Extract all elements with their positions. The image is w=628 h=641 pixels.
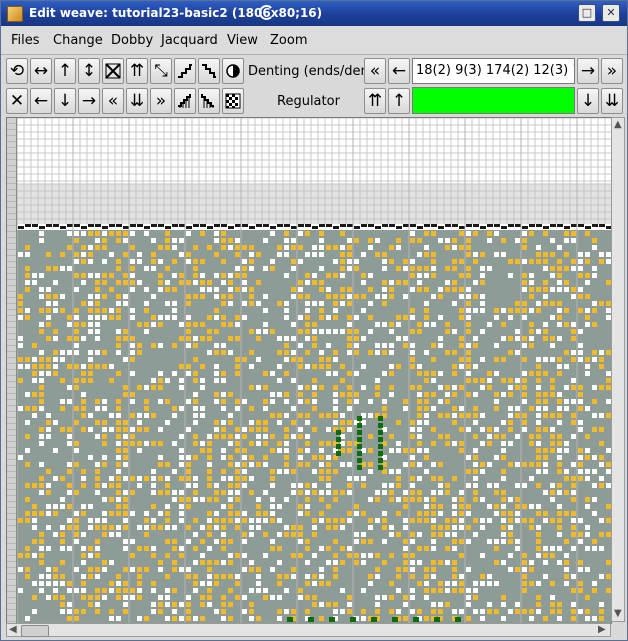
swirl-icon bbox=[259, 5, 274, 20]
denting-label: Denting (ends/dent) bbox=[248, 64, 379, 79]
rotate-button[interactable]: ⟲ bbox=[6, 58, 28, 84]
arrow-left-icon: ← bbox=[391, 61, 407, 81]
flip-vertical-button[interactable]: ↕ bbox=[78, 58, 100, 84]
window-title: Edit weave: tutorial23-basic2 (1806x80;1… bbox=[29, 6, 323, 20]
regulator-label: Regulator bbox=[277, 94, 340, 109]
menu-bar: Files Change Dobby Jacquard View Zoom bbox=[1, 26, 627, 55]
arrow-up-icon: ↑ bbox=[391, 91, 407, 111]
flip-vertical-icon: ↕ bbox=[81, 61, 97, 81]
invert-button[interactable] bbox=[102, 58, 124, 84]
regulator-double-up-button[interactable]: ⇈ bbox=[364, 88, 386, 114]
arrow-up-icon: ↑ bbox=[57, 61, 73, 81]
twill-left-button[interactable] bbox=[198, 88, 220, 114]
scroll-left-icon: ◀ bbox=[9, 624, 17, 635]
row-ruler bbox=[7, 118, 17, 623]
denting-last-button[interactable]: » bbox=[601, 58, 623, 84]
double-up-button[interactable]: ⇈ bbox=[126, 58, 148, 84]
contrast-button[interactable] bbox=[222, 58, 244, 84]
steps-down-button[interactable] bbox=[198, 58, 220, 84]
arrow-right-icon: → bbox=[81, 91, 97, 111]
clear-icon: ✕ bbox=[9, 91, 25, 111]
app-icon bbox=[7, 6, 23, 22]
arrow-down-icon: ↓ bbox=[57, 91, 73, 111]
denting-next-button[interactable]: → bbox=[577, 58, 599, 84]
menu-jacquard[interactable]: Jacquard bbox=[161, 33, 218, 48]
menu-change[interactable]: Change bbox=[53, 33, 103, 48]
shrink-button[interactable]: ⤡ bbox=[150, 58, 172, 84]
scroll-right-icon: ▶ bbox=[598, 624, 606, 635]
steps-up-button[interactable] bbox=[174, 58, 196, 84]
invert-pattern-icon bbox=[105, 63, 121, 79]
regulator-down-button[interactable]: ↓ bbox=[577, 88, 599, 114]
double-up-icon: ⇈ bbox=[129, 61, 145, 81]
double-left-icon: « bbox=[369, 61, 381, 81]
menu-zoom[interactable]: Zoom bbox=[270, 33, 307, 48]
double-left-button[interactable]: « bbox=[102, 88, 124, 114]
double-right-icon: » bbox=[606, 61, 618, 81]
vertical-scrollbar[interactable]: ▲ ▼ bbox=[611, 117, 625, 622]
twill-right-button[interactable] bbox=[174, 88, 196, 114]
horizontal-scrollbar[interactable]: ◀ ▶ bbox=[6, 623, 611, 637]
close-button[interactable]: ✕ bbox=[602, 4, 620, 22]
regulator-color-field[interactable] bbox=[412, 87, 575, 114]
arrow-down-icon: ↓ bbox=[580, 91, 596, 111]
twill-left-icon bbox=[201, 94, 214, 108]
half-contrast-icon bbox=[226, 64, 240, 78]
menu-files[interactable]: Files bbox=[11, 33, 40, 48]
double-down-button[interactable]: ⇊ bbox=[126, 88, 148, 114]
move-up-button[interactable]: ↑ bbox=[54, 58, 76, 84]
maximize-button[interactable]: □ bbox=[578, 4, 596, 22]
title-bar[interactable]: Edit weave: tutorial23-basic2 (1806x80;1… bbox=[1, 1, 627, 26]
twill-right-icon bbox=[178, 94, 191, 108]
clear-button[interactable]: ✕ bbox=[6, 88, 28, 114]
checker-button[interactable] bbox=[222, 88, 244, 114]
double-left-icon: « bbox=[107, 91, 119, 111]
flip-horizontal-button[interactable]: ↔ bbox=[30, 58, 52, 84]
move-left-button[interactable]: ← bbox=[30, 88, 52, 114]
checker-icon bbox=[225, 93, 241, 109]
edit-weave-window: Edit weave: tutorial23-basic2 (1806x80;1… bbox=[0, 0, 628, 641]
arrow-left-icon: ← bbox=[33, 91, 49, 111]
weave-grid-editor[interactable] bbox=[6, 117, 612, 624]
move-right-button[interactable]: → bbox=[78, 88, 100, 114]
scroll-down-icon: ▼ bbox=[614, 608, 622, 619]
steps-up-icon bbox=[178, 64, 192, 78]
denting-prev-button[interactable]: ← bbox=[388, 58, 410, 84]
shrink-icon: ⤡ bbox=[154, 61, 168, 81]
double-down-icon: ⇊ bbox=[604, 91, 620, 111]
double-right-button[interactable]: » bbox=[150, 88, 172, 114]
move-down-button[interactable]: ↓ bbox=[54, 88, 76, 114]
horizontal-scroll-thumb[interactable] bbox=[21, 625, 49, 637]
menu-view[interactable]: View bbox=[227, 33, 258, 48]
arrow-right-icon: → bbox=[580, 61, 596, 81]
denting-input[interactable]: 18(2) 9(3) 174(2) 12(3) 12€ bbox=[412, 58, 575, 84]
steps-down-icon bbox=[202, 64, 216, 78]
double-up-icon: ⇈ bbox=[367, 91, 383, 111]
rotate-icon: ⟲ bbox=[9, 61, 25, 81]
double-down-icon: ⇊ bbox=[129, 91, 145, 111]
regulator-up-button[interactable]: ↑ bbox=[388, 88, 410, 114]
scroll-up-icon: ▲ bbox=[614, 119, 622, 130]
flip-horizontal-icon: ↔ bbox=[33, 61, 49, 81]
denting-first-button[interactable]: « bbox=[364, 58, 386, 84]
menu-dobby[interactable]: Dobby bbox=[111, 33, 153, 48]
double-right-icon: » bbox=[155, 91, 167, 111]
regulator-double-down-button[interactable]: ⇊ bbox=[601, 88, 623, 114]
weave-grid[interactable] bbox=[17, 118, 612, 623]
